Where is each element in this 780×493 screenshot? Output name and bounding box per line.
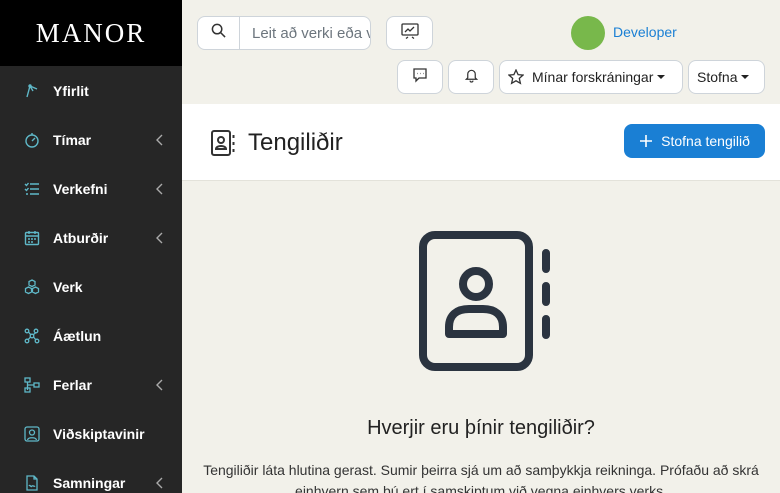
notifications-button[interactable] bbox=[448, 60, 494, 94]
sidebar-item-vidskiptavinir[interactable]: Viðskiptavinir bbox=[0, 409, 182, 458]
workflow-icon bbox=[24, 376, 40, 393]
chevron-left-icon bbox=[155, 477, 165, 489]
presentation-chart-icon bbox=[400, 22, 419, 44]
stopwatch-icon bbox=[24, 132, 40, 148]
my-registrations-dropdown[interactable]: Mínar forskráningar bbox=[499, 60, 683, 94]
create-contact-button[interactable]: Stofna tengilið bbox=[624, 124, 765, 158]
create-dropdown-label: Stofna bbox=[697, 69, 738, 85]
chevron-left-icon bbox=[155, 183, 165, 195]
brand-logo[interactable]: MANOR bbox=[0, 0, 182, 66]
empty-state-text: Tengiliðir láta hlutina gerast. Sumir þe… bbox=[203, 462, 759, 493]
person-square-icon bbox=[24, 425, 40, 442]
messages-button[interactable] bbox=[397, 60, 443, 94]
user-name-link[interactable]: Developer bbox=[613, 24, 677, 40]
sidebar-item-aaetlun[interactable]: Áætlun bbox=[0, 311, 182, 360]
create-contact-label: Stofna tengilið bbox=[661, 133, 750, 149]
contact-book-icon bbox=[418, 229, 556, 373]
star-icon bbox=[508, 69, 524, 85]
search-icon bbox=[211, 23, 226, 43]
sidebar-item-label: Samningar bbox=[53, 474, 126, 491]
sidebar-item-label: Tímar bbox=[53, 131, 92, 148]
sidebar-item-verk[interactable]: Verk bbox=[0, 262, 182, 311]
sidebar-item-yfirlit[interactable]: Yfirlit bbox=[0, 66, 182, 115]
plus-icon bbox=[639, 134, 653, 148]
caret-down-icon bbox=[741, 75, 750, 79]
boxes-icon bbox=[24, 278, 40, 295]
caret-down-icon bbox=[657, 75, 666, 79]
sidebar-item-label: Verk bbox=[53, 278, 83, 295]
sidebar-item-label: Ferlar bbox=[53, 376, 92, 393]
chevron-left-icon bbox=[155, 232, 165, 244]
sidebar-item-label: Áætlun bbox=[53, 327, 102, 344]
task-list-icon bbox=[24, 181, 40, 197]
page-title: Tengiliðir bbox=[248, 129, 343, 156]
sidebar-item-timar[interactable]: Tímar bbox=[0, 115, 182, 164]
sidebar-item-ferlar[interactable]: Ferlar bbox=[0, 360, 182, 409]
chevron-left-icon bbox=[155, 379, 165, 391]
calendar-icon bbox=[24, 230, 40, 246]
sidebar-item-label: Viðskiptavinir bbox=[53, 425, 145, 442]
contact-book-icon bbox=[210, 129, 236, 157]
chevron-left-icon bbox=[155, 134, 165, 146]
search-group bbox=[197, 16, 371, 50]
bell-icon bbox=[464, 67, 479, 88]
empty-state-title: Hverjir eru þínir tengiliðir? bbox=[367, 417, 595, 439]
my-registrations-label: Mínar forskráningar bbox=[532, 69, 654, 85]
file-contract-icon bbox=[24, 474, 40, 491]
sidebar-item-samningar[interactable]: Samningar bbox=[0, 458, 182, 493]
sidebar-item-label: Verkefni bbox=[53, 180, 108, 197]
chat-icon bbox=[412, 67, 428, 88]
sidebar-item-verkefni[interactable]: Verkefni bbox=[0, 164, 182, 213]
search-button[interactable] bbox=[198, 17, 240, 49]
diagram-icon bbox=[24, 328, 40, 344]
avatar[interactable] bbox=[571, 16, 605, 50]
sidebar-item-label: Atburðir bbox=[53, 229, 109, 246]
create-dropdown[interactable]: Stofna bbox=[688, 60, 765, 94]
search-input[interactable] bbox=[240, 17, 370, 49]
sidebar: MANOR Yfirlit Tímar Verkefni Atburðir Ve… bbox=[0, 0, 182, 493]
sidebar-item-label: Yfirlit bbox=[53, 82, 89, 99]
gauge-icon bbox=[24, 83, 40, 99]
sidebar-item-atburdir[interactable]: Atburðir bbox=[0, 213, 182, 262]
presentation-button[interactable] bbox=[386, 16, 433, 50]
